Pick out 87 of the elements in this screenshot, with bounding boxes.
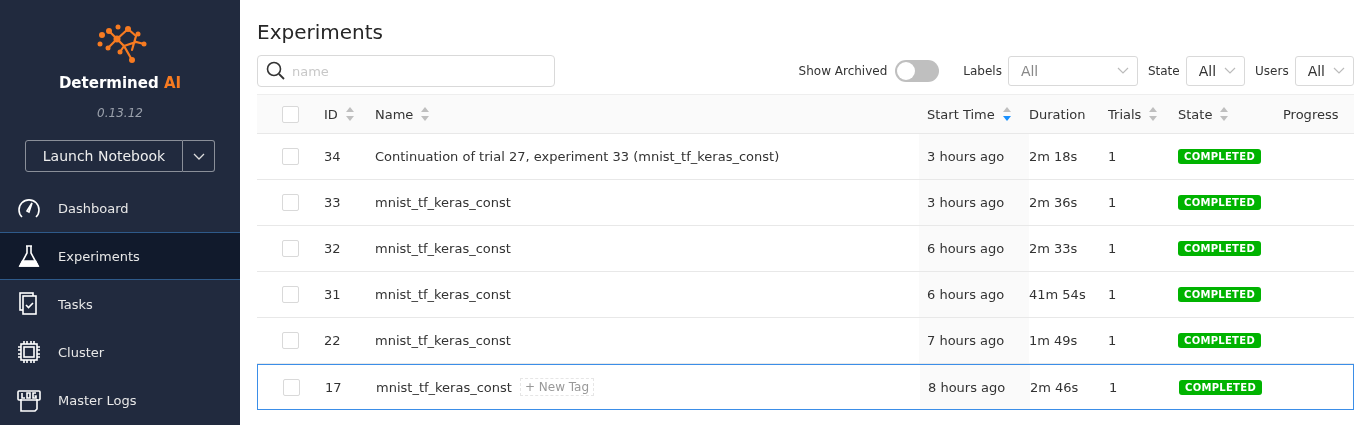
- chevron-down-icon: [1224, 67, 1237, 75]
- filter-select[interactable]: All: [1185, 56, 1246, 86]
- flask-icon: [16, 243, 42, 269]
- row-checkbox[interactable]: [282, 240, 299, 257]
- column-header[interactable]: Duration: [1029, 95, 1108, 133]
- state-badge: COMPLETED: [1178, 241, 1261, 256]
- table-cell: 17: [325, 379, 342, 395]
- experiment-name[interactable]: mnist_tf_keras_const: [375, 287, 511, 302]
- filter-label: Labels: [963, 64, 1002, 78]
- table-row[interactable]: 33 mnist_tf_keras_const 3 hours ago 2m 36s 1 COMPLETED: [257, 180, 1354, 226]
- nav-item[interactable]: Master Logs: [0, 376, 240, 424]
- table-cell: 1: [1109, 379, 1118, 395]
- nav-item[interactable]: Experiments: [0, 232, 240, 280]
- chevron-down-icon: [192, 152, 205, 161]
- table-cell: 6 hours ago: [927, 287, 1005, 302]
- experiment-name[interactable]: mnist_tf_keras_const: [375, 241, 511, 256]
- select-all-checkbox[interactable]: [282, 105, 299, 123]
- row-checkbox[interactable]: [282, 148, 299, 165]
- table-cell: 22: [324, 333, 341, 348]
- experiment-name[interactable]: mnist_tf_keras_const: [375, 195, 511, 210]
- filter-select[interactable]: All: [1294, 56, 1354, 86]
- table-cell: 2m 33s: [1029, 241, 1078, 256]
- table-cell: 31: [324, 287, 341, 302]
- table-cell: 2m 36s: [1029, 195, 1078, 210]
- table-row[interactable]: 32 mnist_tf_keras_const 6 hours ago 2m 33s 1 COMPLETED: [257, 226, 1354, 272]
- table-cell: 3 hours ago: [927, 149, 1005, 164]
- filter-select[interactable]: All: [1007, 56, 1138, 86]
- filter-label: Show Archived: [798, 64, 888, 78]
- table-cell: 6 hours ago: [927, 241, 1005, 256]
- table-cell: 1: [1108, 195, 1117, 210]
- column-header[interactable]: Start Time: [919, 95, 1029, 133]
- state-badge: COMPLETED: [1179, 379, 1262, 395]
- sort-icon: [1149, 107, 1158, 121]
- state-badge: COMPLETED: [1178, 333, 1261, 348]
- experiment-name[interactable]: mnist_tf_keras_const: [376, 379, 512, 395]
- chevron-down-icon: [1333, 67, 1345, 75]
- version-text: 0.13.12: [97, 106, 143, 120]
- search-icon: [266, 61, 286, 81]
- table-row[interactable]: 22 mnist_tf_keras_const 7 hours ago 1m 49s 1 COMPLETED: [257, 318, 1354, 364]
- column-header[interactable]: Trials: [1108, 95, 1178, 133]
- column-header[interactable]: State: [1178, 95, 1283, 133]
- table-cell: 2m 18s: [1029, 149, 1078, 164]
- brain-logo-icon: [96, 24, 148, 64]
- nav-item[interactable]: Cluster: [0, 328, 240, 376]
- nav-item[interactable]: Tasks: [0, 280, 240, 328]
- column-header[interactable]: Progress: [1283, 95, 1354, 133]
- sort-icon: [421, 107, 430, 121]
- nav-item[interactable]: Dashboard: [0, 184, 240, 232]
- table-row[interactable]: 34 Continuation of trial 27, experiment 33 (mnist_tf_keras_const) 3 hours ago 2m 18s 1 COMPLETED: [257, 134, 1354, 180]
- table-cell: 32: [324, 241, 341, 256]
- dropdown-button[interactable]: [183, 140, 215, 172]
- table-row[interactable]: 31 mnist_tf_keras_const 6 hours ago 41m 54s 1 COMPLETED: [257, 272, 1354, 318]
- sort-icon: [345, 107, 354, 121]
- experiment-name[interactable]: Continuation of trial 27, experiment 33 (mnist_tf_keras_const): [375, 149, 780, 164]
- table-cell: 2m 46s: [1030, 379, 1079, 395]
- row-checkbox[interactable]: [282, 286, 299, 303]
- row-checkbox[interactable]: [282, 332, 299, 349]
- table-cell: 1: [1108, 241, 1117, 256]
- table-cell: 1: [1108, 149, 1117, 164]
- table-cell: 7 hours ago: [927, 333, 1005, 348]
- column-header[interactable]: Name: [375, 95, 919, 133]
- show-archived-switch[interactable]: [895, 60, 940, 82]
- filter-label: Users: [1255, 64, 1289, 78]
- page-title: Experiments: [257, 20, 384, 44]
- table-cell: 3 hours ago: [927, 195, 1005, 210]
- row-checkbox[interactable]: [282, 194, 299, 211]
- table-cell: 1: [1108, 287, 1117, 302]
- state-badge: COMPLETED: [1178, 195, 1261, 210]
- column-header[interactable]: ID: [324, 95, 375, 133]
- filter-label: State: [1147, 64, 1180, 78]
- row-checkbox[interactable]: [283, 378, 300, 396]
- chip-icon: [16, 339, 42, 365]
- sort-icon: [1220, 107, 1229, 121]
- table-cell: 33: [324, 195, 341, 210]
- log-file-icon: [16, 387, 42, 413]
- table-cell: 1m 49s: [1029, 333, 1078, 348]
- table-cell: 41m 54s: [1029, 287, 1086, 302]
- brand-name: Determined AI: [58, 74, 182, 92]
- launch-notebook-button[interactable]: Launch Notebook: [25, 140, 183, 172]
- state-badge: COMPLETED: [1178, 149, 1261, 164]
- experiment-name[interactable]: mnist_tf_keras_const: [375, 333, 511, 348]
- table-cell: 8 hours ago: [928, 379, 1006, 395]
- table-cell: 1: [1108, 333, 1117, 348]
- table-row[interactable]: 17 mnist_tf_keras_const + New Tag 8 hours ago 2m 46s 1 COMPLETED: [257, 364, 1354, 410]
- chevron-down-icon: [1116, 67, 1129, 75]
- state-badge: COMPLETED: [1178, 287, 1261, 302]
- table-cell: 34: [324, 149, 341, 164]
